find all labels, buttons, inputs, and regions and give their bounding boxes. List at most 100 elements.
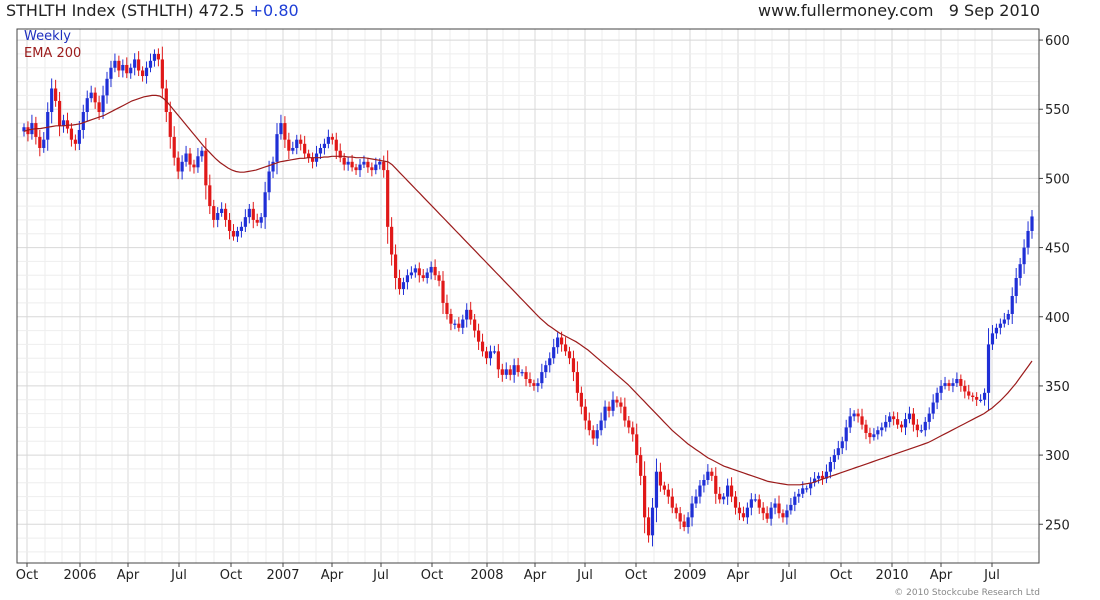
- candle-body: [401, 282, 406, 290]
- candle-body: [998, 323, 1002, 328]
- candle-body: [61, 120, 66, 126]
- candle-body: [220, 208, 224, 213]
- candle-body: [180, 161, 184, 172]
- candle-body: [595, 430, 599, 439]
- x-tick-label: 2006: [63, 568, 96, 583]
- candle-body: [239, 226, 244, 231]
- x-tick-label: Apr: [930, 568, 953, 583]
- candle-body: [243, 217, 247, 227]
- candle-body: [263, 192, 267, 218]
- candle-body: [986, 344, 991, 393]
- candle-body: [374, 164, 378, 171]
- candle-body: [148, 60, 153, 68]
- candle-body: [741, 513, 746, 518]
- candle-body: [287, 139, 291, 151]
- candle-body: [413, 268, 417, 273]
- candle-body: [797, 493, 801, 497]
- candle-body: [346, 161, 350, 165]
- candle-body: [354, 167, 358, 171]
- candle-body: [255, 219, 259, 223]
- candle-body: [781, 513, 785, 518]
- candle-body: [579, 392, 583, 407]
- candle-body: [979, 399, 983, 401]
- candle-body: [1014, 278, 1018, 296]
- x-tick-label: 2009: [673, 568, 706, 583]
- candle-body: [156, 53, 160, 60]
- candle-body: [611, 399, 615, 411]
- candle-body: [303, 143, 307, 154]
- candle-body: [896, 419, 900, 425]
- candle-body: [777, 503, 781, 514]
- candle-body: [480, 341, 485, 352]
- candle-body: [85, 98, 89, 113]
- candle-body: [235, 230, 240, 237]
- candle-body: [231, 230, 236, 237]
- candle-body: [1030, 216, 1034, 231]
- candle-body: [975, 396, 979, 400]
- candle-body: [615, 399, 619, 403]
- candle-body: [397, 278, 402, 290]
- candle-body: [461, 319, 465, 328]
- x-tick-label: Jul: [780, 568, 797, 583]
- candle-body: [765, 513, 769, 519]
- candle-body: [524, 372, 528, 380]
- x-tick-label: Oct: [625, 568, 647, 583]
- candle-body: [101, 95, 105, 113]
- candle-body: [496, 351, 500, 370]
- candle-body: [982, 392, 987, 400]
- candle-body: [512, 365, 516, 375]
- candle-body: [73, 139, 77, 144]
- candle-body: [476, 330, 481, 342]
- candle-body: [326, 136, 330, 144]
- candle-body: [1026, 230, 1030, 248]
- candle-body: [291, 147, 295, 151]
- candle-body: [437, 275, 441, 281]
- copyright-notice: © 2010 Stockcube Research Ltd: [894, 588, 1040, 598]
- candle-body: [445, 302, 449, 314]
- candle-body: [907, 413, 912, 420]
- candle-body: [362, 161, 366, 165]
- candle-body: [793, 496, 797, 505]
- candle-body: [789, 504, 793, 511]
- candle-body: [698, 485, 702, 497]
- candle-body: [832, 455, 836, 463]
- candle-body: [852, 413, 856, 417]
- candle-body: [65, 120, 70, 129]
- candle-body: [915, 424, 919, 431]
- candle-body: [370, 167, 374, 171]
- candle-body: [571, 358, 576, 373]
- candle-body: [607, 406, 611, 411]
- candle-body: [666, 489, 670, 497]
- candle-body: [457, 323, 461, 328]
- candle-body: [366, 161, 370, 168]
- candle-body: [844, 427, 848, 442]
- candle-body: [548, 358, 552, 366]
- candle-body: [646, 517, 651, 536]
- candle-body: [283, 123, 287, 140]
- candle-body: [662, 485, 666, 490]
- candle-body: [168, 112, 172, 137]
- candle-body: [330, 136, 334, 140]
- candle-body: [599, 420, 603, 431]
- candle-body: [552, 347, 556, 359]
- candle-body: [192, 164, 196, 168]
- candle-body: [753, 499, 757, 501]
- candle-body: [42, 139, 46, 148]
- candle-body: [295, 139, 299, 148]
- candle-body: [267, 171, 271, 193]
- candle-body: [484, 351, 489, 359]
- y-tick-label: 450: [1045, 242, 1070, 257]
- candle-body: [702, 479, 706, 486]
- candle-body: [378, 161, 382, 165]
- candle-body: [390, 226, 394, 255]
- candle-body: [627, 420, 631, 428]
- candle-body: [453, 323, 457, 325]
- candle-body: [350, 161, 354, 168]
- candle-body: [429, 266, 433, 273]
- candle-body: [129, 67, 133, 74]
- candle-body: [690, 503, 694, 518]
- candle-body: [409, 272, 413, 276]
- candle-body: [1010, 296, 1014, 314]
- candle-body: [386, 170, 390, 227]
- candle-body: [247, 208, 251, 218]
